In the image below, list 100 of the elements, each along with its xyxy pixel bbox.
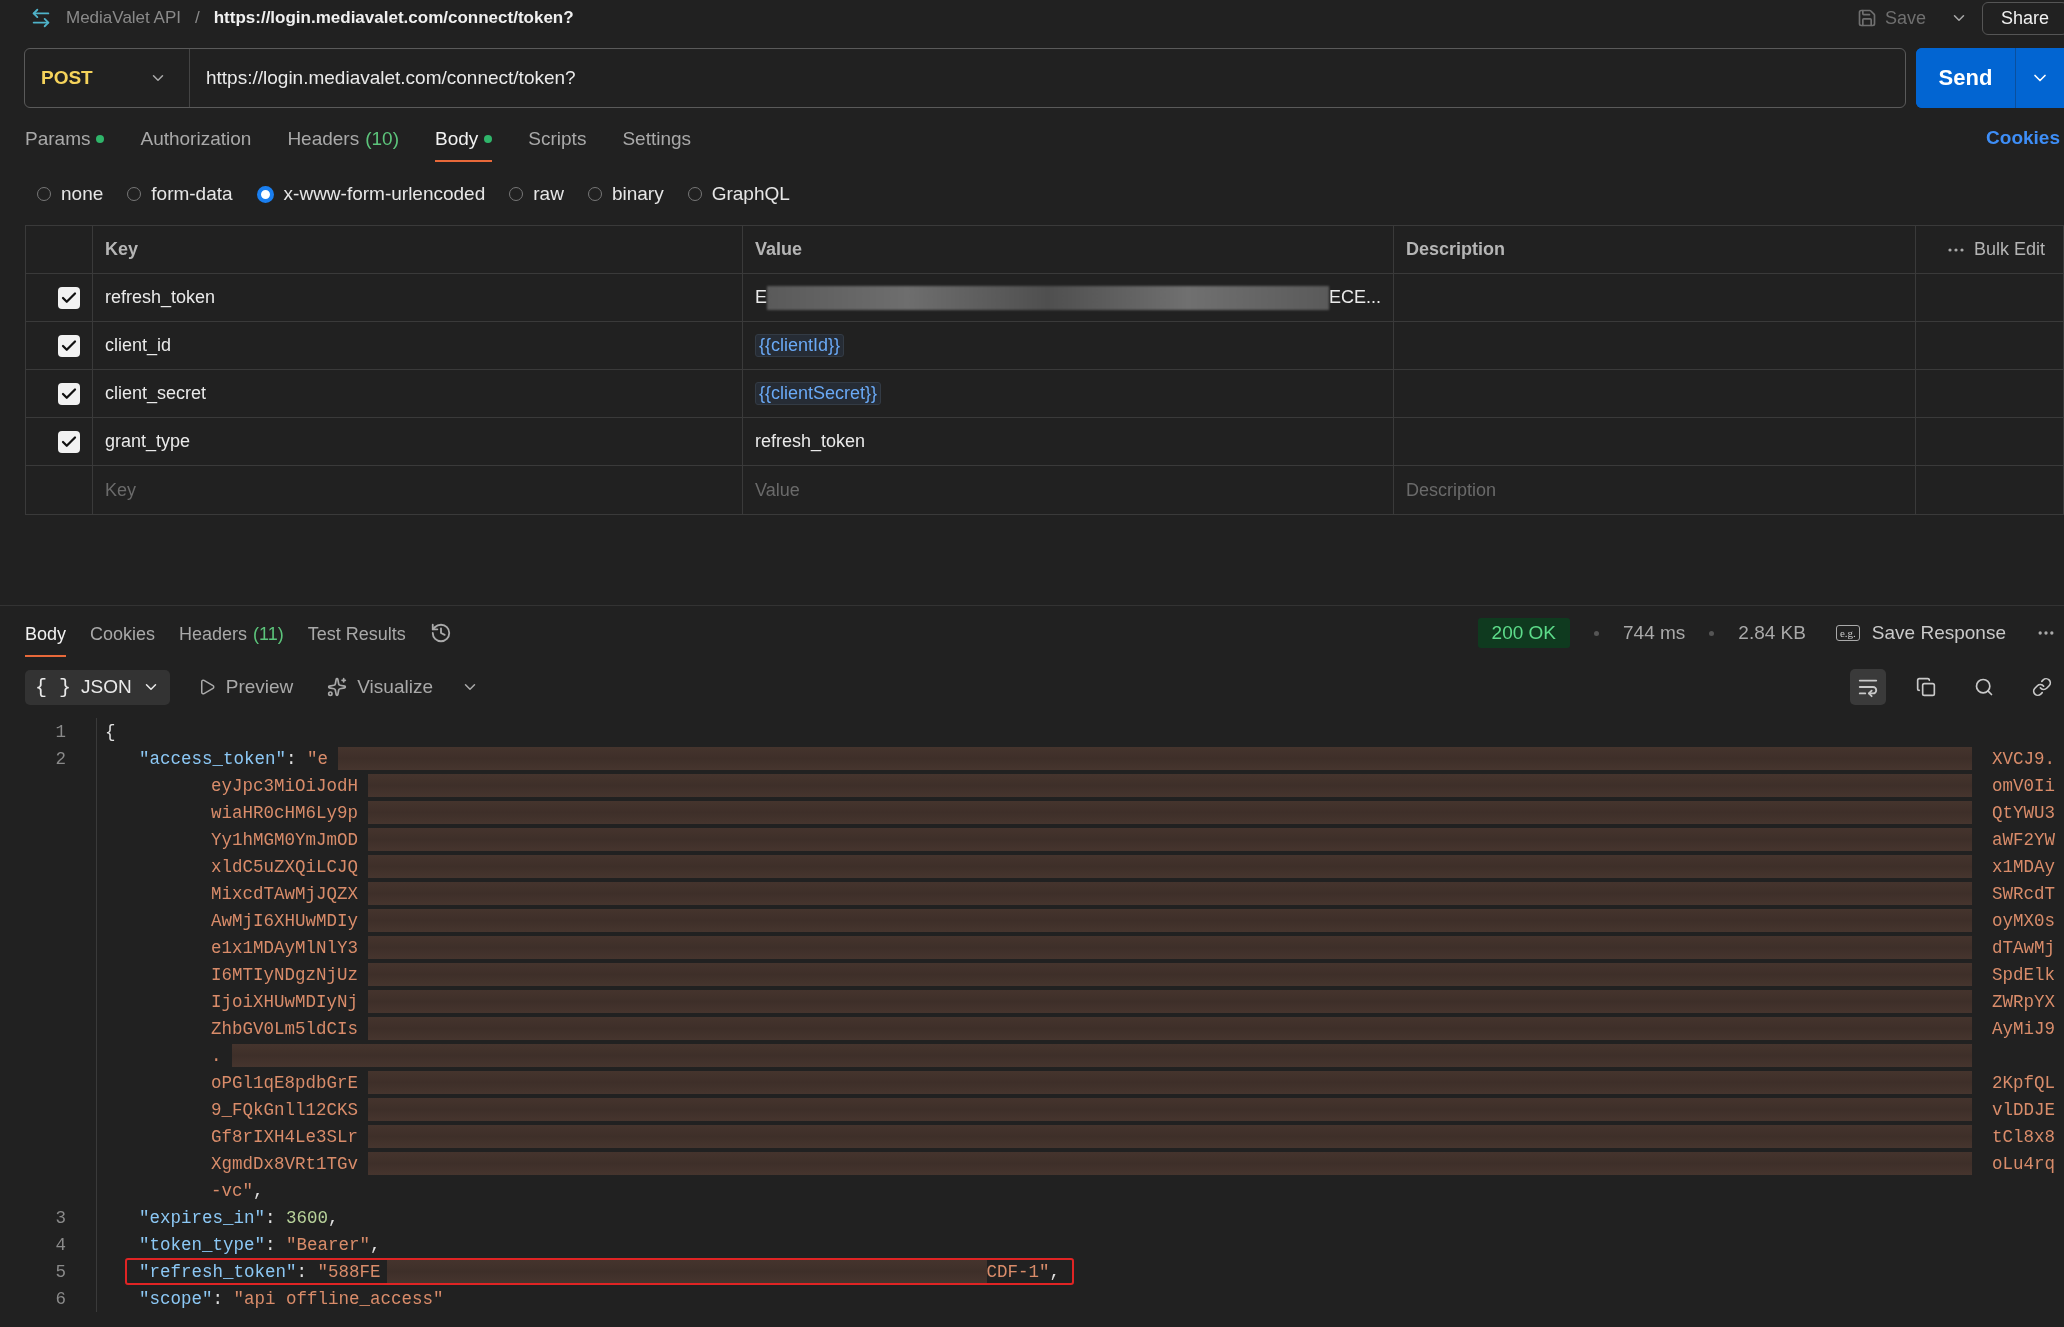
response-tab[interactable]: Body xyxy=(25,609,67,657)
param-key: client_secret xyxy=(105,383,207,404)
code-token: : xyxy=(296,1261,309,1282)
code-token: MixcdTAwMjJQZX xyxy=(211,883,359,904)
send-button[interactable]: Send xyxy=(1916,48,2016,108)
wrap-lines-button[interactable] xyxy=(1850,669,1886,705)
param-key: refresh_token xyxy=(105,287,216,308)
code-token: CDF-1" xyxy=(986,1261,1050,1282)
code-token: aWF2YW xyxy=(1991,829,2056,850)
code-token: XVCJ9. xyxy=(1991,748,2056,769)
code-token: AwMjI6XHUwMDIy xyxy=(211,910,359,931)
code-token: e1x1MDAyMlNlY3 xyxy=(211,937,359,958)
line-number: 1 xyxy=(54,721,67,742)
code-token: SpdElk xyxy=(1991,964,2056,985)
code-token: QtYWU3 xyxy=(1991,802,2056,823)
sparkles-icon xyxy=(327,677,348,697)
variable-tag: {{clientSecret}} xyxy=(755,382,882,405)
history-icon[interactable] xyxy=(429,622,452,644)
request-tab[interactable]: Authorization xyxy=(140,114,252,162)
code-token: oLu4rq xyxy=(1991,1153,2056,1174)
code-token: "scope" xyxy=(139,1288,213,1309)
code-token: , xyxy=(253,1180,264,1201)
request-tab[interactable]: Body xyxy=(435,114,493,162)
code-token: Yy1hMGM0YmJmOD xyxy=(211,829,359,850)
line-number: 4 xyxy=(54,1234,67,1255)
code-token: wiaHR0cHM6Ly9p xyxy=(211,802,359,823)
url-field[interactable]: POST https://login.mediavalet.com/connect/token? xyxy=(24,48,1906,108)
request-tab[interactable]: Params xyxy=(25,114,105,162)
code-token: ZWRpYX xyxy=(1991,991,2056,1012)
body-type-radio[interactable]: none xyxy=(37,183,104,205)
code-token: "expires_in" xyxy=(139,1207,266,1228)
body-type-radio[interactable]: GraphQL xyxy=(687,183,790,205)
code-token: , xyxy=(370,1234,381,1255)
breadcrumb-separator: / xyxy=(195,8,200,28)
request-tab[interactable]: Scripts xyxy=(528,114,587,162)
code-token: dTAwMj xyxy=(1991,937,2056,958)
body-type-radio[interactable]: x-www-form-urlencoded xyxy=(256,183,486,205)
preview-button[interactable]: Preview xyxy=(191,675,300,699)
code-token: "api offline_access" xyxy=(233,1288,444,1309)
response-tab[interactable]: Headers (11) xyxy=(179,609,284,657)
save-icon xyxy=(1856,8,1877,28)
bulk-edit-button[interactable]: Bulk Edit xyxy=(1941,238,2051,261)
collection-name[interactable]: MediaValet API xyxy=(66,8,181,28)
code-token: ZhbGV0Lm5ldCIs xyxy=(211,1018,359,1039)
code-token: x1MDAy xyxy=(1991,856,2056,877)
code-token: xldC5uZXQiLCJQ xyxy=(211,856,359,877)
param-key: grant_type xyxy=(105,431,191,452)
response-tab[interactable]: Cookies xyxy=(90,609,156,657)
response-tab[interactable]: Test Results xyxy=(307,609,406,657)
param-value: E xyxy=(755,287,767,308)
method-dropdown[interactable]: POST xyxy=(25,49,190,107)
param-value: refresh_token xyxy=(755,431,866,452)
code-token: 3600 xyxy=(286,1207,329,1228)
code-token: { xyxy=(105,721,116,742)
status-badge: 200 OK xyxy=(1477,618,1571,648)
code-token: I6MTIyNDgzNjUz xyxy=(211,964,359,985)
code-token: . xyxy=(211,1045,222,1066)
code-token: eyJpc3MiOiJodH xyxy=(211,775,359,796)
code-token: XgmdDx8VRt1TGv xyxy=(211,1153,359,1174)
checkbox[interactable] xyxy=(58,382,80,405)
share-button[interactable]: Share xyxy=(1981,1,2064,35)
column-header: Value xyxy=(755,239,803,260)
body-type-radio[interactable]: form-data xyxy=(127,183,233,205)
code-token: : xyxy=(286,748,298,769)
response-size: 2.84 KB xyxy=(1738,622,1806,644)
code-token: Gf8rIXH4Le3SLr xyxy=(211,1126,359,1147)
request-tab[interactable]: Settings xyxy=(622,114,692,162)
code-token: : xyxy=(265,1207,277,1228)
cookies-link[interactable]: Cookies xyxy=(1986,127,2060,149)
code-token: , xyxy=(1049,1261,1061,1282)
visualize-button[interactable]: Visualize xyxy=(321,675,439,699)
code-token: 9_FQkGnll12CKS xyxy=(211,1099,359,1120)
format-dropdown[interactable]: { } JSON xyxy=(25,669,170,705)
code-token: : xyxy=(265,1234,277,1255)
checkbox[interactable] xyxy=(58,334,80,357)
column-header: Description xyxy=(1406,239,1506,260)
more-icon xyxy=(1947,247,1964,252)
checkbox[interactable] xyxy=(58,286,80,309)
search-icon xyxy=(1974,677,1994,697)
line-number: 6 xyxy=(54,1288,67,1309)
code-token: : xyxy=(212,1288,225,1309)
code-token: SWRcdT xyxy=(1991,883,2056,904)
save-response-button[interactable]: e.g. Save Response xyxy=(1829,621,2012,645)
code-token: "token_type" xyxy=(139,1234,266,1255)
checkbox[interactable] xyxy=(58,430,80,453)
code-token: oyMX0s xyxy=(1991,910,2056,931)
code-token: "588FE xyxy=(317,1261,381,1282)
code-token: oPGl1qE8pdbGrE xyxy=(211,1072,359,1093)
code-token: omV0Ii xyxy=(1991,775,2056,796)
param-value: ECE... xyxy=(1329,287,1381,308)
line-number: 3 xyxy=(54,1207,67,1228)
body-type-radio[interactable]: raw xyxy=(509,183,564,205)
http-icon xyxy=(30,7,52,29)
line-number: 2 xyxy=(54,748,67,769)
param-key: client_id xyxy=(105,335,172,356)
body-type-radio[interactable]: binary xyxy=(587,183,664,205)
code-token: "Bearer" xyxy=(286,1234,371,1255)
request-tab[interactable]: Headers (10) xyxy=(287,114,399,162)
code-token: IjoiXHUwMDIyNj xyxy=(211,991,359,1012)
code-token: , xyxy=(328,1207,339,1228)
